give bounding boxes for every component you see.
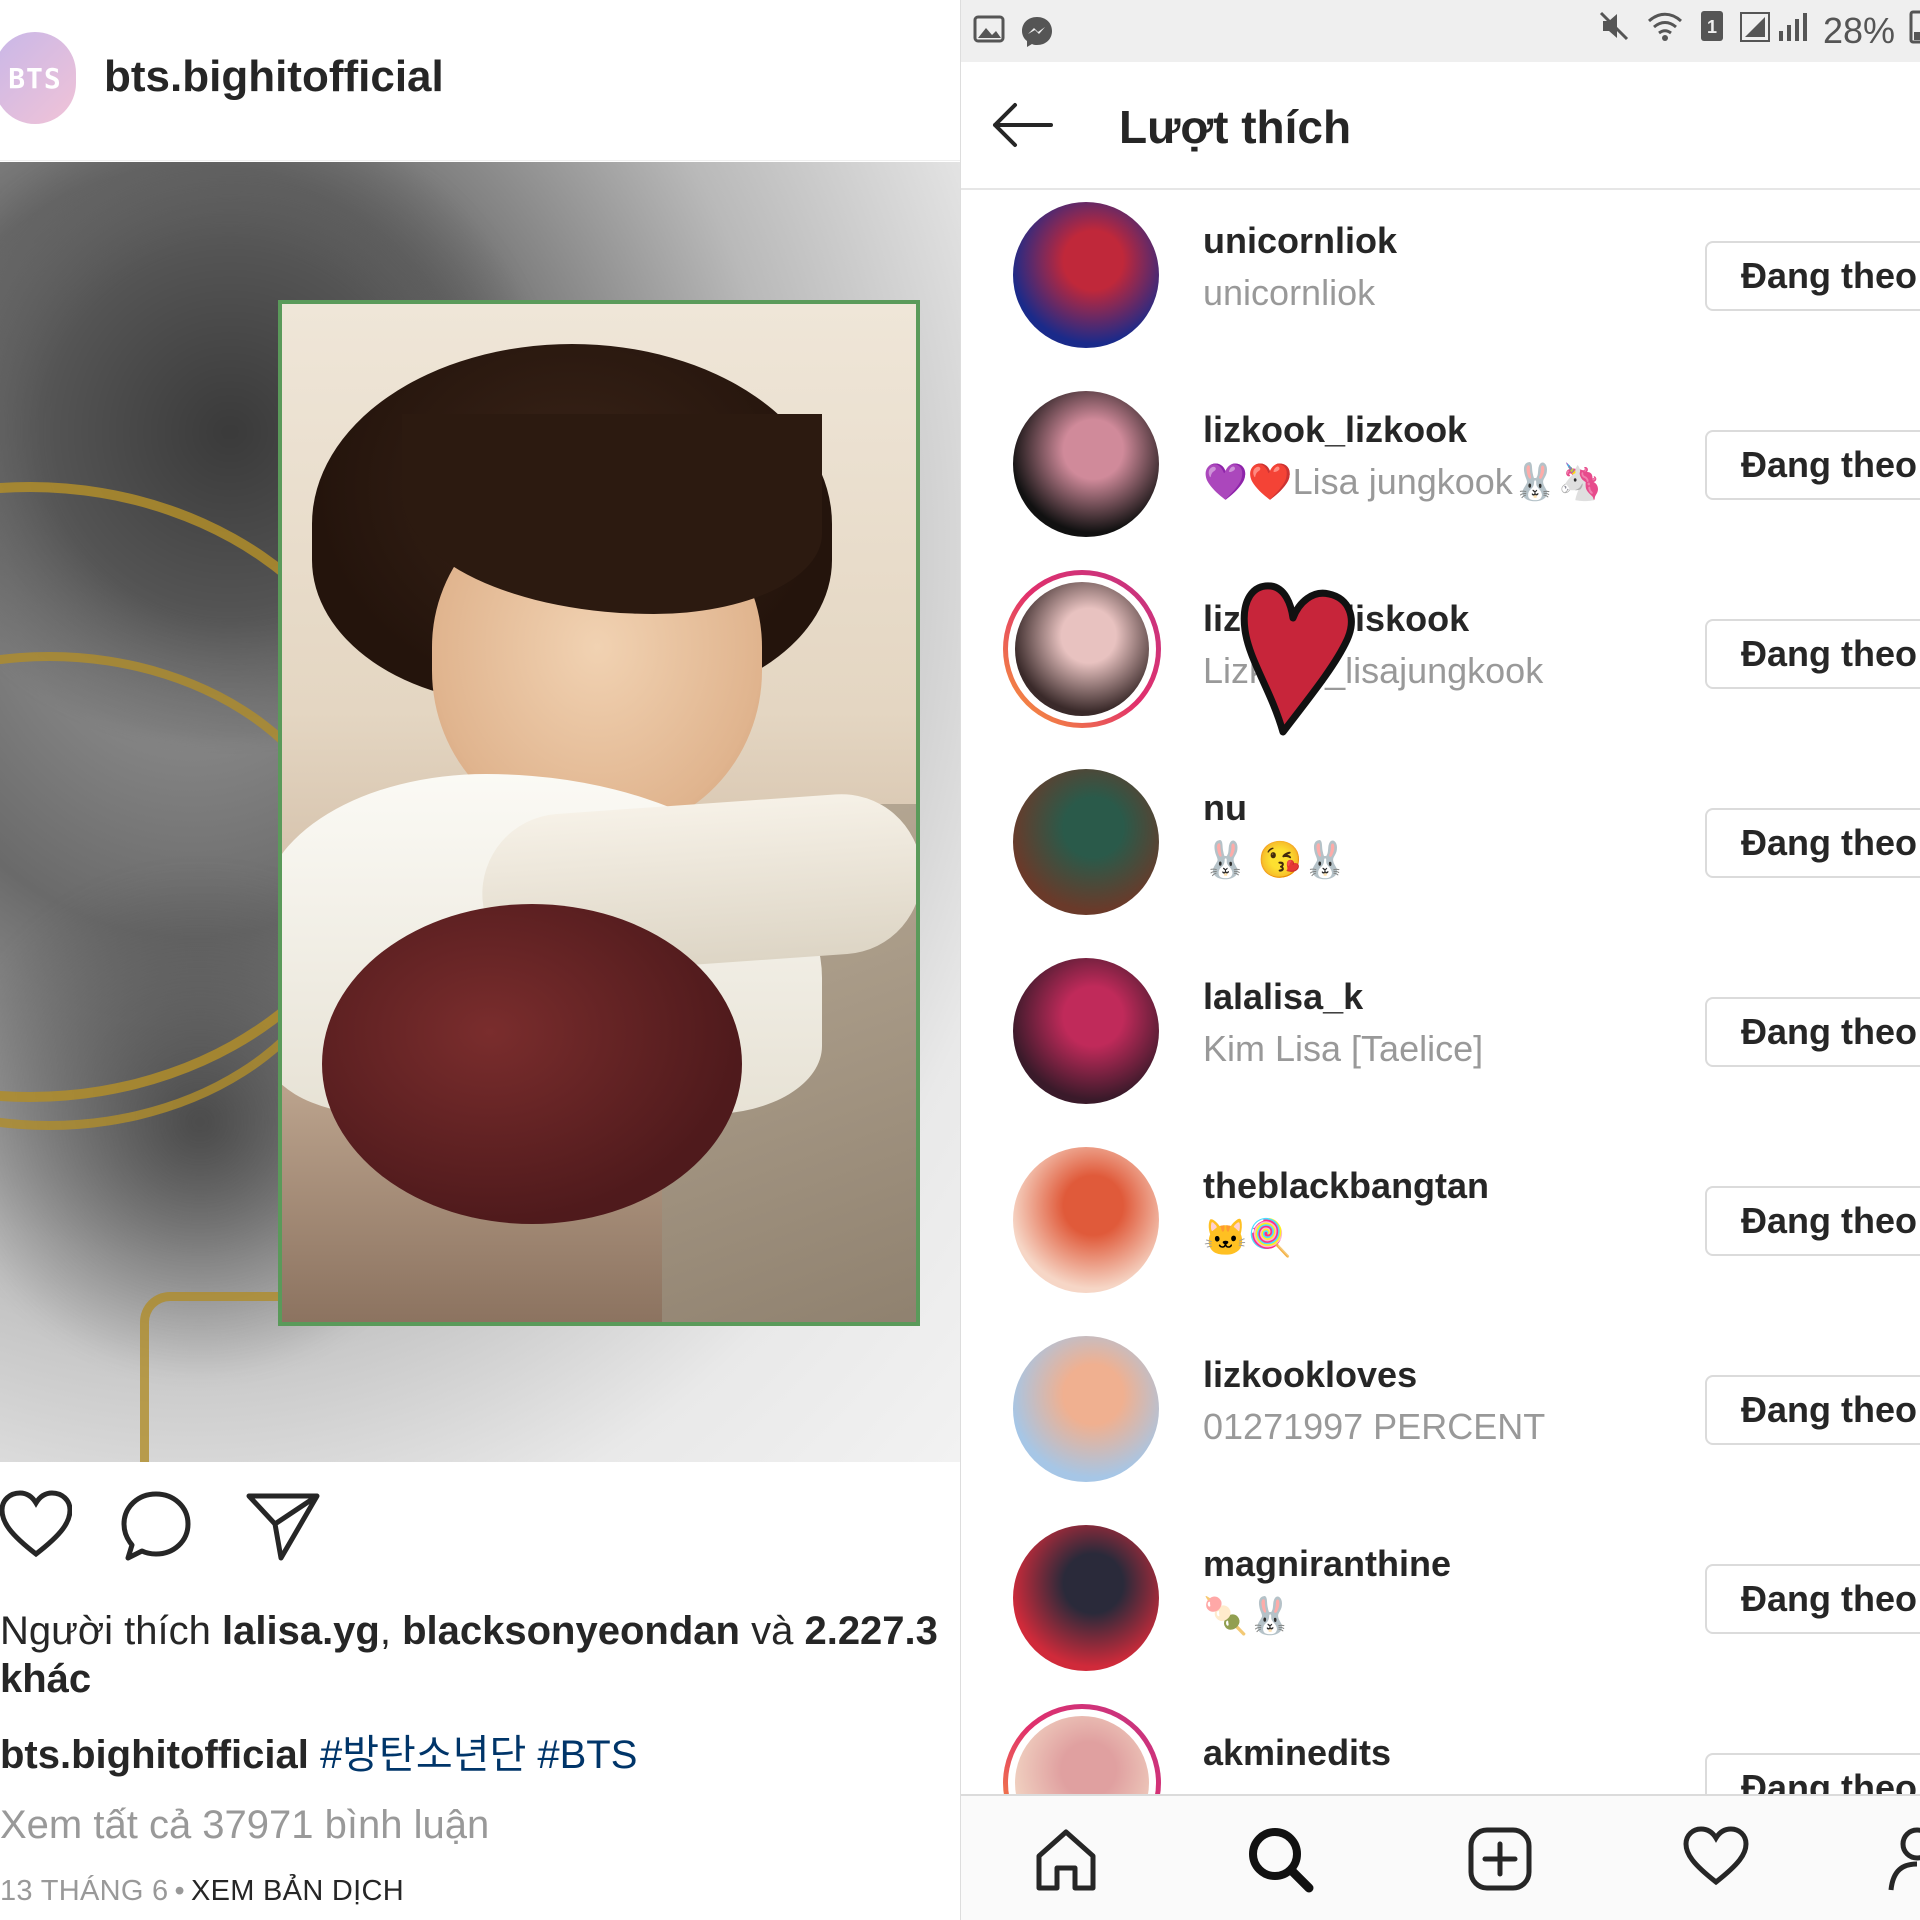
user-avatar[interactable] — [1013, 769, 1159, 915]
post-date-line: 13 THÁNG 6 • XEM BẢN DỊCH — [0, 1875, 404, 1908]
home-icon[interactable] — [1033, 1826, 1099, 1897]
post-header: BTS bts.bighitofficial — [0, 0, 960, 161]
post-username[interactable]: bts.bighitofficial — [104, 52, 444, 102]
messenger-icon — [1019, 14, 1055, 55]
add-post-icon[interactable] — [1467, 1826, 1533, 1897]
post-panel: BTS bts.bighitofficial Người thích lalis… — [0, 0, 960, 1920]
bottom-navigation — [961, 1794, 1920, 1920]
status-bar: 1 28% — [961, 0, 1920, 62]
liker-username[interactable]: lizkook_lizkook — [1203, 409, 1467, 451]
user-avatar[interactable] — [1003, 570, 1161, 728]
liker-link[interactable]: lalisa.yg — [222, 1609, 380, 1653]
see-translation-link[interactable]: XEM BẢN DỊCH — [191, 1875, 404, 1907]
framed-portrait-photo — [278, 300, 920, 1326]
liker-username[interactable]: nu — [1203, 787, 1247, 829]
wifi-icon — [1645, 9, 1685, 52]
liker-username[interactable]: akminedits — [1203, 1732, 1391, 1774]
avatar-photo — [1013, 202, 1159, 348]
status-right-cluster: 1 28% — [1597, 8, 1920, 53]
user-avatar[interactable] — [1013, 1336, 1159, 1482]
caption-username[interactable]: bts.bighitofficial — [0, 1733, 309, 1777]
user-avatar[interactable] — [1013, 958, 1159, 1104]
user-avatar[interactable] — [1013, 1525, 1159, 1671]
post-avatar[interactable]: BTS — [0, 32, 76, 124]
screen-title: Lượt thích — [1119, 101, 1352, 153]
likes-suffix[interactable]: khác — [0, 1657, 91, 1702]
back-arrow-icon[interactable] — [989, 100, 1055, 150]
user-avatar[interactable] — [1013, 202, 1159, 348]
sim-icon: 1 — [1699, 9, 1725, 52]
comment-icon[interactable] — [120, 1490, 192, 1567]
red-heart-sticker — [1231, 560, 1361, 745]
avatar-photo — [1013, 769, 1159, 915]
date-separator: • — [174, 1875, 185, 1907]
activity-heart-icon[interactable] — [1683, 1826, 1749, 1893]
liker-fullname: Kim Lisa [Taelice] — [1203, 1028, 1484, 1069]
following-button[interactable]: Đang theo — [1705, 1186, 1920, 1256]
liker-username[interactable]: theblackbangtan — [1203, 1165, 1489, 1207]
likes-count-link[interactable]: 2.227.3 — [804, 1609, 937, 1653]
like-list-row[interactable]: nu 🐰 😘🐰 Đang theo — [961, 757, 1920, 946]
avatar-photo — [1013, 391, 1159, 537]
mute-icon — [1597, 9, 1631, 52]
like-list-row[interactable]: magniranthine 🍡🐰 Đang theo — [961, 1513, 1920, 1702]
like-list-row[interactable]: theblackbangtan 🐱🍭 Đang theo — [961, 1135, 1920, 1324]
app-bar: Lượt thích — [961, 62, 1920, 190]
following-button[interactable]: Đang theo — [1705, 808, 1920, 878]
like-list-row[interactable]: lalalisa_k Kim Lisa [Taelice] Đang theo — [961, 946, 1920, 1135]
caption-hashtags[interactable]: #방탄소년단 #BTS — [320, 1733, 637, 1777]
liker-username[interactable]: lizkookloves — [1203, 1354, 1417, 1396]
liker-fullname: 01271997 PERCENT — [1203, 1406, 1546, 1447]
likes-summary: Người thích lalisa.yg, blacksonyeondan v… — [0, 1605, 960, 1657]
like-list-row[interactable]: lizkook_lizkook 💜❤️Lisa jungkook🐰🦄 Đang th… — [961, 379, 1920, 568]
battery-icon — [1909, 8, 1920, 53]
like-list-row[interactable]: unicornliok unicornliok Đang theo — [961, 190, 1920, 379]
pillow-shape — [322, 904, 742, 1224]
likes-comma: , — [379, 1609, 403, 1653]
avatar-photo — [1013, 958, 1159, 1104]
liker-fullname: 🍡🐰 — [1203, 1595, 1293, 1636]
like-list-row[interactable]: lizkook_liskookLizkook_lisajungkookĐang … — [961, 568, 1920, 757]
likes-panel: 1 28% Lượt thích unicornliok unicornliok Đ… — [960, 0, 1920, 1920]
liker-fullname: 🐰 😘🐰 — [1203, 839, 1348, 880]
search-icon[interactable] — [1247, 1826, 1315, 1899]
post-caption: bts.bighitofficial #방탄소년단 #BTS — [0, 1722, 637, 1780]
liker-username[interactable]: unicornliok — [1203, 220, 1397, 262]
view-all-comments-link[interactable]: Xem tất cả 37971 bình luận — [0, 1803, 489, 1848]
like-list-row[interactable]: lizkookloves 01271997 PERCENT Đang theo — [961, 1324, 1920, 1513]
liker-fullname: 🐱🍭 — [1203, 1217, 1293, 1258]
liker-fullname: 💜❤️Lisa jungkook🐰🦄 — [1203, 461, 1603, 502]
user-avatar[interactable] — [1013, 391, 1159, 537]
following-button[interactable]: Đang theo — [1705, 1375, 1920, 1445]
avatar-photo — [1015, 582, 1149, 716]
likes-and: và — [739, 1609, 805, 1653]
heart-icon[interactable] — [0, 1490, 73, 1565]
svg-text:1: 1 — [1707, 17, 1717, 37]
following-button[interactable]: Đang theo — [1705, 430, 1920, 500]
following-button[interactable]: Đang theo — [1705, 1564, 1920, 1634]
gallery-icon — [973, 14, 1005, 49]
liker-username[interactable]: magniranthine — [1203, 1543, 1451, 1585]
share-icon[interactable] — [245, 1490, 321, 1567]
liker-link[interactable]: blacksonyeondan — [402, 1609, 740, 1653]
post-actions — [0, 1490, 960, 1570]
avatar-photo — [1013, 1525, 1159, 1671]
avatar-photo — [1013, 1147, 1159, 1293]
liker-username[interactable]: lalalisa_k — [1203, 976, 1363, 1018]
avatar-photo — [1013, 1336, 1159, 1482]
following-button[interactable]: Đang theo — [1705, 619, 1920, 689]
likes-prefix: Người thích — [0, 1609, 222, 1653]
following-button[interactable]: Đang theo — [1705, 997, 1920, 1067]
battery-percent: 28% — [1822, 9, 1895, 51]
profile-icon[interactable] — [1887, 1826, 1920, 1897]
user-avatar[interactable] — [1013, 1147, 1159, 1293]
following-button[interactable]: Đang theo — [1705, 241, 1920, 311]
liker-fullname: unicornliok — [1203, 272, 1376, 313]
signal-icon — [1739, 9, 1809, 52]
post-date: 13 THÁNG 6 — [0, 1875, 169, 1907]
post-image[interactable] — [0, 162, 960, 1462]
